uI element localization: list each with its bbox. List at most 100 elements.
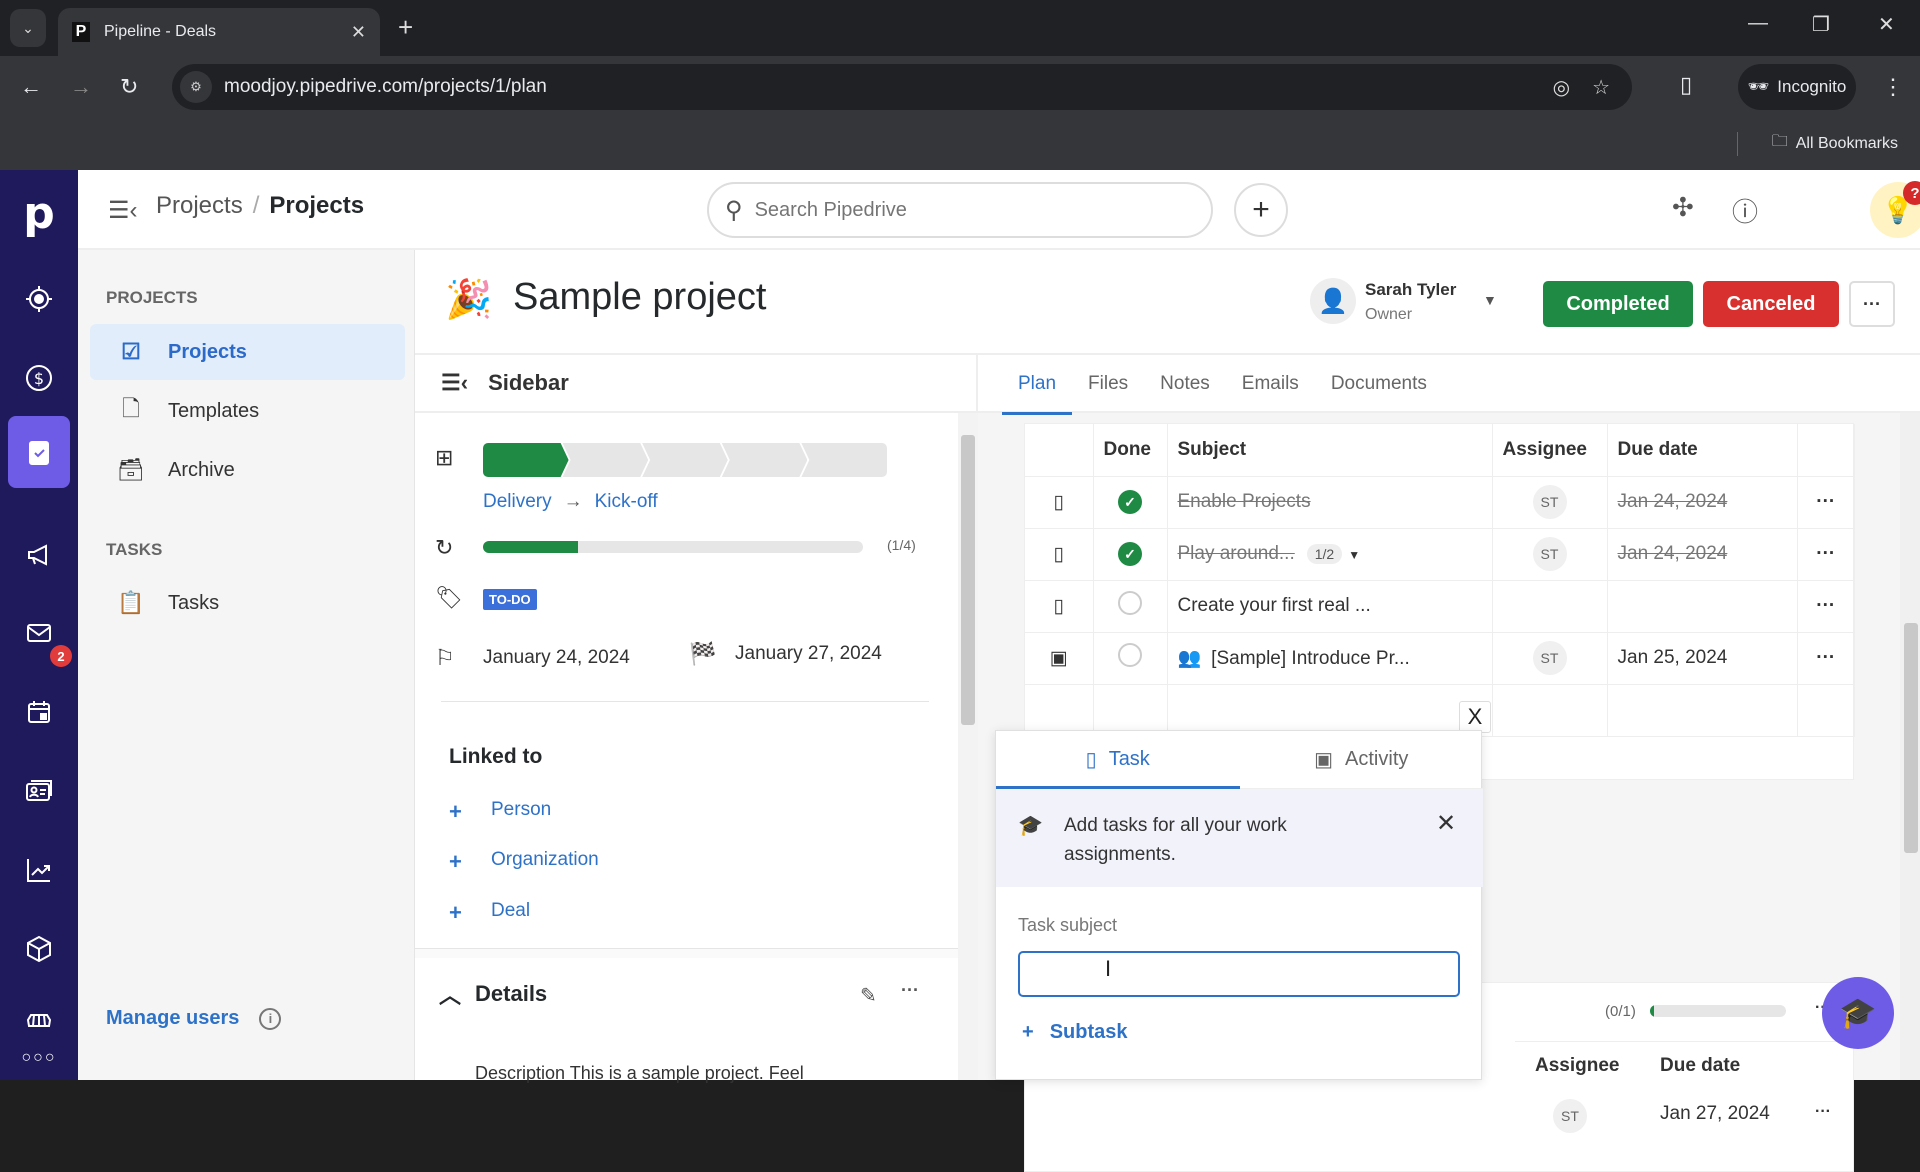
owner-dropdown-icon[interactable]: ▼ bbox=[1483, 292, 1497, 308]
quick-add-button[interactable]: + bbox=[1234, 183, 1288, 237]
edit-pencil-icon[interactable]: ✎ bbox=[860, 983, 877, 1008]
link-organization-button[interactable]: + Organization bbox=[449, 849, 599, 875]
site-info-icon[interactable]: ⚙ bbox=[180, 71, 212, 103]
table-row[interactable]: ▯ ✓ Enable Projects ST Jan 24, 2024 ··· bbox=[1025, 476, 1855, 529]
new-tab-button[interactable]: + bbox=[398, 12, 413, 43]
address-bar[interactable]: ⚙ moodjoy.pipedrive.com/projects/1/plan … bbox=[172, 64, 1632, 110]
activities-icon[interactable] bbox=[8, 681, 70, 743]
eye-off-icon[interactable]: ◎ bbox=[1553, 75, 1570, 100]
sidebar-header[interactable]: ☰‹ Sidebar bbox=[415, 355, 978, 413]
scrollbar-thumb[interactable] bbox=[961, 435, 975, 725]
subtask-count[interactable]: 1/2 bbox=[1306, 544, 1343, 564]
done-checkbox[interactable] bbox=[1118, 591, 1142, 615]
phase-link[interactable]: Kick-off bbox=[595, 491, 658, 513]
scrollbar-thumb[interactable] bbox=[1904, 623, 1918, 853]
plan-scrollbar[interactable] bbox=[1900, 413, 1920, 1080]
pipeline-stage[interactable] bbox=[563, 443, 649, 477]
table-row[interactable]: ▯ ✓ Play around... 1/2 ▼ ST Jan 24, 2024 ·… bbox=[1025, 528, 1855, 581]
done-checkbox[interactable]: ✓ bbox=[1118, 542, 1142, 566]
row-more-icon[interactable]: ··· bbox=[1797, 476, 1855, 529]
tab-documents[interactable]: Documents bbox=[1315, 355, 1443, 413]
details-section-toggle[interactable]: ︿ Details bbox=[439, 978, 547, 1010]
pipeline-stage[interactable] bbox=[642, 443, 728, 477]
subnav-item-tasks[interactable]: 📋 Tasks bbox=[90, 575, 405, 631]
tab-files[interactable]: Files bbox=[1072, 355, 1144, 413]
completed-button[interactable]: Completed bbox=[1543, 281, 1693, 327]
browser-tab[interactable]: P Pipeline - Deals ✕ bbox=[58, 8, 380, 56]
side-panel-icon[interactable]: ▯ bbox=[1680, 72, 1692, 98]
row-more-icon[interactable]: ··· bbox=[1815, 1103, 1831, 1121]
insights-icon[interactable] bbox=[8, 839, 70, 901]
row-more-icon[interactable]: ··· bbox=[1797, 632, 1855, 685]
forward-icon[interactable]: → bbox=[70, 74, 92, 100]
deals-icon[interactable]: $ bbox=[8, 347, 70, 409]
row-more-icon[interactable]: ··· bbox=[1797, 528, 1855, 581]
restore-icon[interactable]: ❐ bbox=[1812, 12, 1830, 37]
task-subject[interactable]: Enable Projects bbox=[1178, 491, 1311, 512]
end-date[interactable]: January 27, 2024 bbox=[735, 643, 882, 665]
done-checkbox[interactable]: ✓ bbox=[1118, 490, 1142, 514]
tab-activity[interactable]: ▣ Activity bbox=[1240, 731, 1484, 788]
table-row[interactable]: ▣ 👥 [Sample] Introduce Pr... ST Jan 25, 2… bbox=[1025, 632, 1855, 685]
help-icon[interactable]: ⓘ bbox=[1732, 192, 1758, 229]
close-window-icon[interactable]: ✕ bbox=[1878, 12, 1895, 37]
task-subject[interactable]: Create your first real ... bbox=[1178, 595, 1371, 616]
expand-subtasks-icon[interactable]: ▼ bbox=[1348, 548, 1360, 562]
url-text[interactable]: moodjoy.pipedrive.com/projects/1/plan bbox=[224, 76, 1553, 98]
collapse-sidebar-icon[interactable]: ☰‹ bbox=[441, 370, 468, 396]
project-title[interactable]: Sample project bbox=[513, 276, 766, 319]
label-badge[interactable]: TO-DO bbox=[483, 589, 537, 610]
close-tab-icon[interactable]: ✕ bbox=[351, 22, 366, 43]
collapse-menu-icon[interactable]: ☰‹ bbox=[108, 196, 138, 225]
subnav-item-templates[interactable]: 🗋 Templates bbox=[90, 383, 405, 439]
browser-menu-icon[interactable]: ⋮ bbox=[1882, 74, 1904, 100]
board-link[interactable]: Delivery bbox=[483, 491, 552, 513]
incognito-indicator[interactable]: 🕶 Incognito bbox=[1738, 64, 1856, 110]
close-tip-icon[interactable]: ✕ bbox=[1436, 809, 1456, 838]
done-checkbox[interactable] bbox=[1118, 643, 1142, 667]
task-subject[interactable]: [Sample] Introduce Pr... bbox=[1211, 648, 1410, 669]
search-box[interactable]: ⚲ bbox=[707, 182, 1213, 238]
minimize-icon[interactable]: — bbox=[1748, 12, 1768, 35]
phase-pipeline[interactable] bbox=[483, 443, 887, 477]
subnav-item-projects[interactable]: ☑ Projects bbox=[90, 324, 405, 380]
close-add-row-button[interactable]: X bbox=[1459, 701, 1491, 733]
pipedrive-logo[interactable]: p bbox=[0, 188, 78, 239]
link-person-button[interactable]: + Person bbox=[449, 799, 551, 825]
subnav-item-archive[interactable]: 🗃 Archive bbox=[90, 442, 405, 498]
back-icon[interactable]: ← bbox=[20, 74, 42, 100]
task-subject-input[interactable] bbox=[1018, 951, 1460, 997]
leads-icon[interactable] bbox=[8, 268, 70, 330]
more-actions-button[interactable]: ··· bbox=[1849, 281, 1895, 327]
campaigns-icon[interactable] bbox=[8, 524, 70, 586]
search-input[interactable] bbox=[754, 198, 1135, 222]
row-more-icon[interactable]: ··· bbox=[1797, 580, 1855, 633]
contacts-icon[interactable] bbox=[8, 760, 70, 822]
academy-help-button[interactable]: 🎓 bbox=[1822, 977, 1894, 1049]
breadcrumb-projects-link[interactable]: Projects bbox=[156, 192, 243, 220]
add-subtask-button[interactable]: + Subtask bbox=[1022, 1021, 1128, 1044]
canceled-button[interactable]: Canceled bbox=[1703, 281, 1839, 327]
products-icon[interactable] bbox=[8, 918, 70, 980]
details-more-icon[interactable]: ··· bbox=[901, 980, 919, 1001]
tab-emails[interactable]: Emails bbox=[1226, 355, 1315, 413]
manage-users-link[interactable]: Manage users i bbox=[106, 1007, 282, 1030]
tab-task[interactable]: ▯ Task bbox=[996, 731, 1240, 789]
info-icon[interactable]: i bbox=[259, 1007, 282, 1030]
sidebar-scrollbar[interactable] bbox=[958, 413, 978, 1080]
pipeline-stage[interactable] bbox=[801, 443, 887, 477]
extensions-puzzle-icon[interactable]: ✣ bbox=[1672, 192, 1694, 223]
more-icon[interactable]: ○○○ bbox=[8, 1036, 70, 1080]
pipeline-stage[interactable] bbox=[722, 443, 808, 477]
task-subject[interactable]: Play around... bbox=[1178, 543, 1295, 564]
tab-list-button[interactable]: ⌄ bbox=[10, 9, 46, 47]
reload-icon[interactable]: ↻ bbox=[120, 74, 138, 100]
link-deal-button[interactable]: + Deal bbox=[449, 900, 530, 926]
table-row[interactable]: ▯ Create your first real ... ··· bbox=[1025, 580, 1855, 633]
pipeline-stage[interactable] bbox=[483, 443, 569, 477]
tab-plan[interactable]: Plan bbox=[1002, 355, 1073, 415]
start-date[interactable]: January 24, 2024 bbox=[483, 647, 630, 669]
all-bookmarks-button[interactable]: 🗀 All Bookmarks bbox=[1772, 130, 1898, 157]
star-icon[interactable]: ☆ bbox=[1592, 75, 1610, 100]
projects-icon[interactable] bbox=[8, 416, 70, 488]
